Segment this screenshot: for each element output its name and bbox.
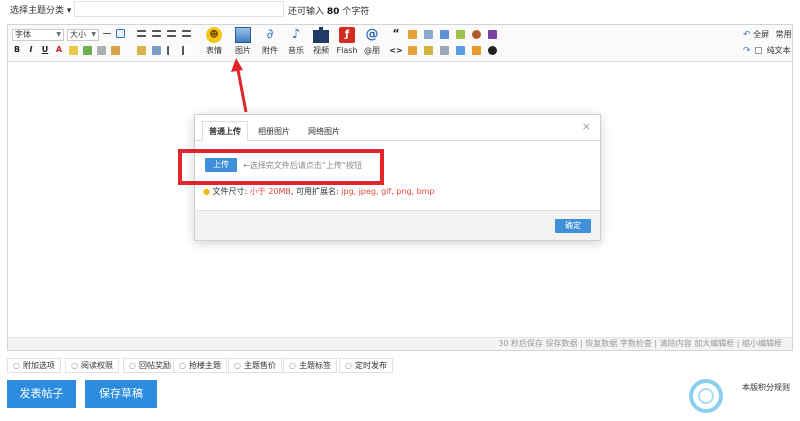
video-icon — [313, 27, 329, 43]
hide-icon[interactable] — [408, 46, 417, 55]
title-input[interactable] — [74, 1, 284, 17]
code-button[interactable]: <> — [389, 46, 403, 56]
paperclip-icon: ∂ — [266, 27, 274, 42]
flash-button[interactable]: ƒ Flash — [335, 27, 359, 56]
page-break-icon[interactable] — [456, 46, 465, 55]
mention-button[interactable]: @ @朋 — [360, 27, 384, 56]
close-icon[interactable]: × — [582, 121, 591, 132]
table-icon[interactable] — [116, 29, 125, 38]
float-image-icon[interactable] — [137, 46, 146, 55]
index-icon[interactable] — [440, 46, 449, 55]
lightbulb-icon: ● — [203, 187, 210, 196]
unlink-icon[interactable] — [97, 46, 106, 55]
clear-format-icon[interactable] — [111, 46, 120, 55]
option-read-permission[interactable]: ○ 阅读权限 — [65, 358, 119, 373]
top-bar: 选择主题分类 ▾ 还可输入 80 个字符 — [0, 0, 800, 20]
image-icon — [235, 27, 251, 43]
unordered-list-icon[interactable] — [182, 46, 191, 55]
forward-arrow-icon: ↷ — [743, 46, 751, 56]
music-note-icon: ♪ — [291, 27, 301, 42]
magic-icon[interactable] — [456, 30, 465, 39]
qq-icon[interactable] — [472, 30, 481, 39]
confirm-button[interactable]: 确定 — [555, 219, 591, 233]
save-draft-button[interactable]: 保存草稿 — [85, 380, 157, 408]
ordered-list-icon[interactable] — [167, 46, 176, 55]
remaining-count: 80 — [326, 7, 340, 17]
tab-web-images[interactable]: 网络图片 — [302, 122, 346, 141]
highlight-icon[interactable] — [69, 46, 78, 55]
float-right-icon[interactable] — [152, 46, 161, 55]
option-reply-reward[interactable]: ○ 回帖奖励 — [123, 358, 177, 373]
font-color-button[interactable]: A — [54, 45, 64, 55]
tab-normal-upload[interactable]: 普通上传 — [202, 121, 248, 142]
option-extra[interactable]: ○ 附加选项 — [7, 358, 61, 373]
forum-rules-link[interactable]: 本版积分规则 — [742, 382, 790, 393]
italic-button[interactable]: I — [26, 45, 36, 55]
underline-button[interactable]: U — [40, 45, 50, 55]
back-arrow-icon: ↶ — [743, 30, 751, 40]
plain-text-checkbox[interactable] — [755, 47, 763, 54]
chevron-down-icon: ▼ — [56, 31, 61, 38]
plugin-icon[interactable] — [488, 30, 497, 39]
option-topic-price[interactable]: ○ 主题售价 — [228, 358, 282, 373]
penguin-icon[interactable] — [488, 46, 497, 55]
smiley-icon: ☻ — [206, 27, 222, 43]
chevron-down-icon: ▾ — [66, 6, 72, 16]
plain-text-toggle[interactable]: ↷ 纯文本 — [743, 45, 791, 56]
emoji-button[interactable]: ☻ 表情 — [202, 27, 226, 56]
submit-post-button[interactable]: 发表帖子 — [7, 380, 76, 408]
attachment-button[interactable]: ∂ 附件 — [258, 27, 282, 56]
align-center-icon[interactable] — [152, 30, 161, 37]
at-icon: @ — [365, 27, 379, 42]
editor-toolbar: 字体 ▼ 大小 ▼ B I U A ☻ 表情 图片 ∂ 附件 ♪ 音乐 视频 ƒ… — [8, 25, 792, 62]
quote-button[interactable]: “ — [391, 28, 401, 39]
common-link[interactable]: 常用 — [776, 30, 792, 39]
file-limits: ● 文件尺寸: 小于 20MB, 可用扩展名: jpg, jpeg, gif, … — [203, 187, 435, 196]
music-button[interactable]: ♪ 音乐 — [284, 27, 308, 56]
watermark-logo-icon — [689, 379, 723, 413]
link-icon[interactable] — [83, 46, 92, 55]
font-family-select[interactable]: 字体 ▼ — [12, 29, 64, 41]
align-right-icon[interactable] — [167, 30, 176, 37]
video-button[interactable]: 视频 — [309, 27, 333, 56]
flash-icon: ƒ — [339, 27, 355, 43]
horizontal-rule-icon[interactable] — [103, 33, 111, 34]
image-button[interactable]: 图片 — [231, 27, 255, 56]
option-floor-grab[interactable]: ○ 抢楼主题 — [173, 358, 227, 373]
topic-category-select[interactable]: 选择主题分类 ▾ — [10, 3, 71, 16]
highlight-box — [178, 149, 384, 185]
align-left-icon[interactable] — [137, 30, 146, 37]
page-icon[interactable] — [424, 30, 433, 39]
option-scheduled-post[interactable]: ○ 定时发布 — [339, 358, 393, 373]
chevron-down-icon: ▼ — [91, 31, 96, 38]
fullscreen-toggle[interactable]: ↶ 全屏 常用 — [743, 29, 792, 40]
bg-music-icon[interactable] — [472, 46, 481, 55]
dialog-footer: 确定 — [195, 210, 600, 240]
remaining-chars: 还可输入 80 个字符 — [288, 7, 370, 17]
align-justify-icon[interactable] — [182, 30, 191, 37]
dialog-tabs: 普通上传 相册图片 网络图片 × — [195, 115, 600, 142]
free-icon[interactable] — [424, 46, 433, 55]
tab-album-images[interactable]: 相册图片 — [252, 122, 296, 141]
layout-icon[interactable] — [440, 30, 449, 39]
option-topic-tags[interactable]: ○ 主题标签 — [283, 358, 337, 373]
bold-button[interactable]: B — [12, 45, 22, 55]
editor-status-bar: 30 秒后保存 保存数据 | 恢复数据 字数检查 | 清除内容 加大编辑框 | … — [8, 337, 792, 350]
font-size-select[interactable]: 大小 ▼ — [67, 29, 99, 41]
lock-icon[interactable] — [408, 30, 417, 39]
